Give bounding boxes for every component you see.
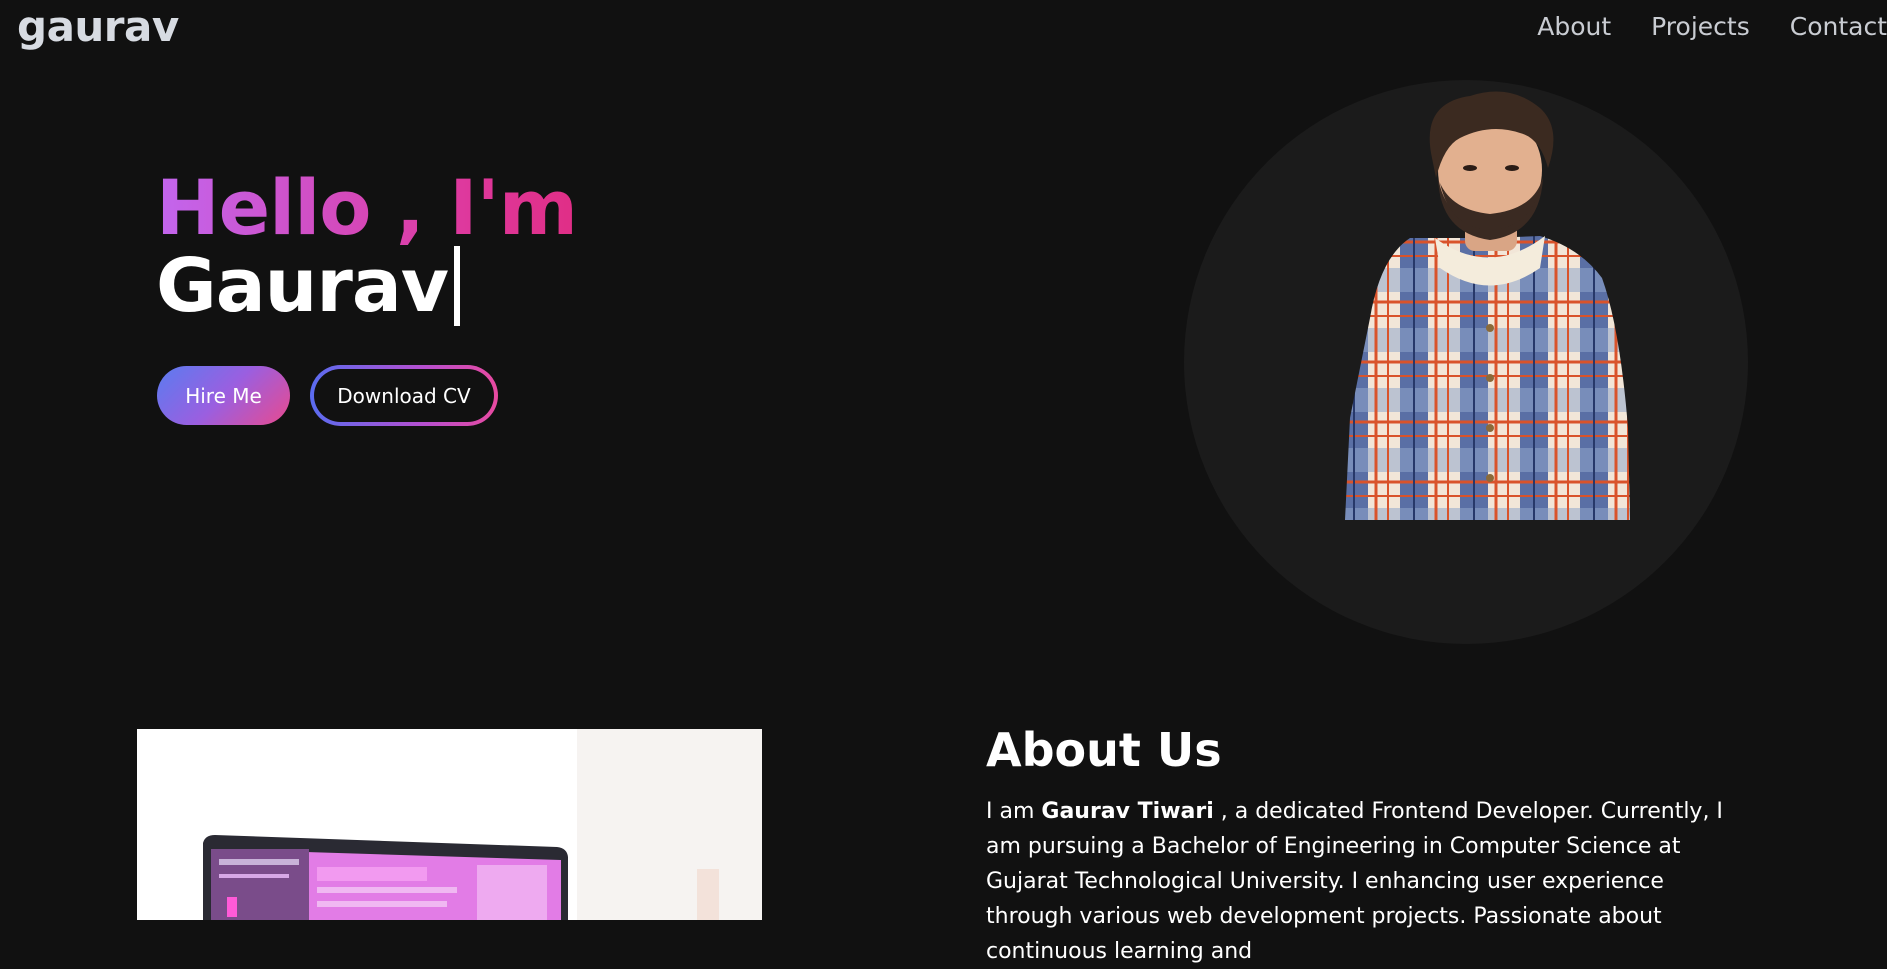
site-logo[interactable]: gaurav: [17, 2, 179, 52]
about-name: Gaurav Tiwari: [1041, 799, 1214, 824]
hero-greeting: Hello , I'm: [156, 163, 578, 252]
about-laptop-image: [137, 729, 762, 920]
hero-name-line: Gaurav: [156, 243, 461, 329]
hire-me-button[interactable]: Hire Me: [157, 366, 290, 425]
nav-link-projects[interactable]: Projects: [1651, 10, 1750, 44]
download-cv-button[interactable]: Download CV: [314, 369, 494, 422]
about-paragraph: I am Gaurav Tiwari , a dedicated Fronten…: [986, 794, 1746, 969]
download-cv-border: Download CV: [310, 365, 498, 426]
about-intro: I am: [986, 799, 1042, 824]
site-header: gaurav About Projects Contact: [0, 0, 1887, 56]
profile-portrait: [1345, 91, 1630, 520]
nav-link-about[interactable]: About: [1537, 10, 1611, 44]
hero-name: Gaurav: [156, 243, 449, 329]
about-title: About Us: [986, 723, 1222, 777]
nav-link-contact[interactable]: Contact: [1790, 10, 1887, 44]
typing-caret: [454, 246, 461, 326]
main-nav: About Projects Contact: [1497, 10, 1887, 44]
